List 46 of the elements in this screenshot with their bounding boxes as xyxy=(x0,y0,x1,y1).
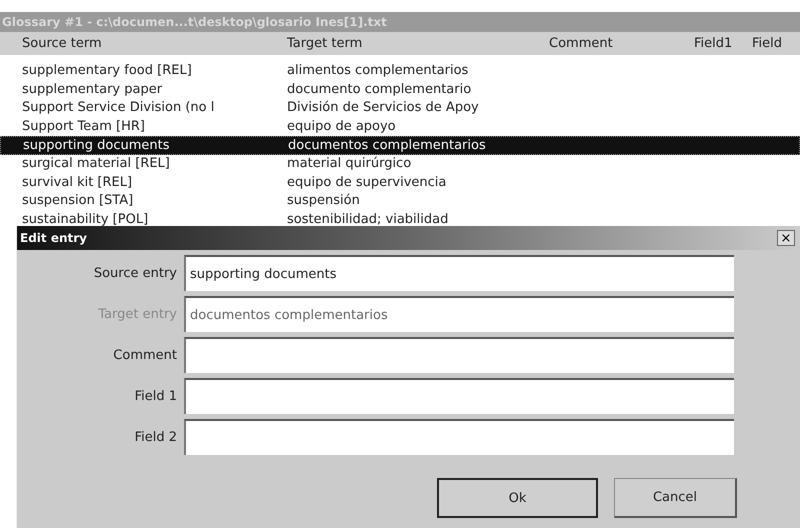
input-field[interactable] xyxy=(184,337,734,373)
input-field[interactable] xyxy=(184,378,734,414)
table-row[interactable]: survival kit [REL] equipo de supervivencia xyxy=(0,174,800,192)
table-cell-text: Support Team [HR] xyxy=(21,118,146,136)
table-cell-text: equipo de supervivencia xyxy=(286,174,448,192)
table-row[interactable]: Support Service Division (no l División de Servicios de Apoy xyxy=(0,99,800,118)
dialog-title: Edit entry xyxy=(20,231,87,245)
field-label: Comment xyxy=(112,348,177,362)
window-title: Glossary #1 - c:\documen...t\desktop\glosario Ines[1].txt xyxy=(2,15,387,29)
table-cell-text: supporting documents xyxy=(22,137,171,154)
close-button[interactable]: × xyxy=(777,230,795,246)
table-cell-text: suspension [STA] xyxy=(21,192,134,210)
input-field[interactable] xyxy=(184,419,734,455)
table-cell-text: documento complementario xyxy=(286,80,472,99)
table-cell-text: alimentos complementarios xyxy=(286,62,470,80)
column-header[interactable]: Field xyxy=(744,36,782,51)
table-cell-text: suspensión xyxy=(286,192,361,210)
table-cell-text: material quirúrgico xyxy=(286,154,412,173)
table-row[interactable]: surgical material [REL] material quirúrgico xyxy=(0,154,800,174)
input-field[interactable]: supporting documents xyxy=(184,255,734,291)
table-cell-text: sostenibilidad; viabilidad xyxy=(286,210,450,229)
table-cell-text: supplementary paper xyxy=(21,80,164,99)
field-label: Source entry xyxy=(92,266,177,280)
table-cell-text: surgical material [REL] xyxy=(21,154,171,173)
column-header[interactable]: Comment xyxy=(523,36,661,51)
field-label: Field 2 xyxy=(134,430,177,444)
cancel-button[interactable]: Cancel xyxy=(614,478,737,518)
column-header[interactable]: Field1 xyxy=(661,36,744,51)
table-cell-text: Support Service Division (no l xyxy=(21,99,216,118)
table-row[interactable]: suspension [STA] suspensión xyxy=(0,192,800,211)
ok-button[interactable]: Ok xyxy=(437,478,598,518)
column-header[interactable]: Target term xyxy=(265,36,523,51)
field-label: Field 1 xyxy=(134,388,177,404)
table-row[interactable]: sustainability [POL] sostenibilidad; viabilidad xyxy=(0,210,800,230)
table-row[interactable]: supplementary paper documento complementario xyxy=(0,80,800,100)
table-cell-text: supplementary food [REL] xyxy=(21,62,193,80)
column-header[interactable]: Source term xyxy=(0,36,265,51)
table-cell-text: survival kit [REL] xyxy=(21,174,134,192)
table-cell-text: equipo de apoyo xyxy=(286,118,397,136)
table-row[interactable]: Support Team [HR] equipo de apoyo xyxy=(0,118,800,136)
table-cell-text: documentos complementarios xyxy=(287,137,487,154)
table-row[interactable]: supplementary food [REL] alimentos complementarios xyxy=(0,62,800,81)
table-cell-text: División de Servicios de Apoy xyxy=(286,99,480,118)
field-label: Target entry xyxy=(97,306,177,322)
table-cell-text: sustainability [POL] xyxy=(21,210,150,229)
selected-row[interactable]: supporting documents documentos complementarios xyxy=(0,136,800,155)
